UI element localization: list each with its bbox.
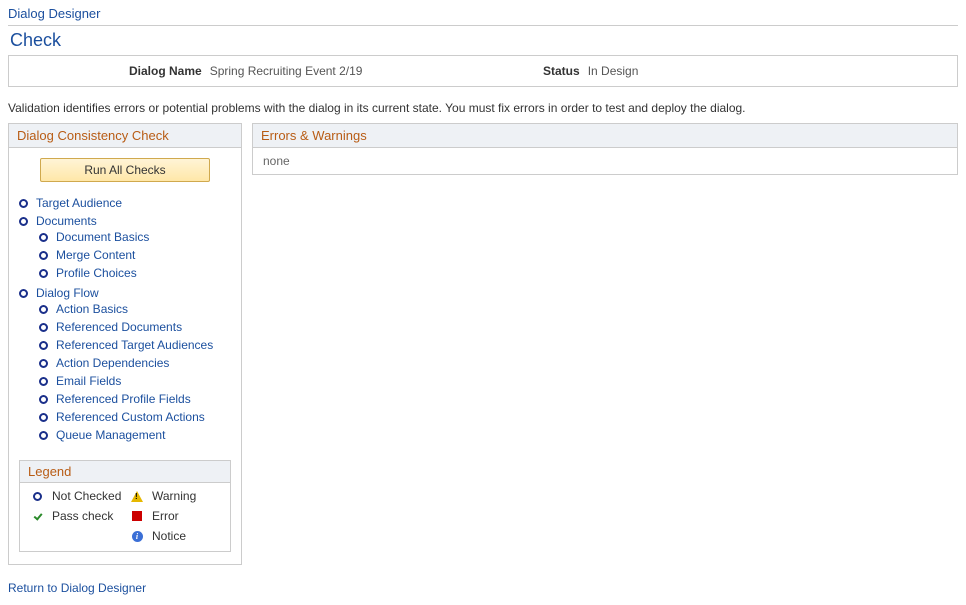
check-link[interactable]: Email Fields <box>56 374 121 388</box>
not-checked-icon <box>39 251 48 260</box>
check-link[interactable]: Dialog Flow <box>36 286 99 300</box>
check-item-target-audience[interactable]: Target Audience <box>19 196 231 210</box>
error-icon <box>132 511 142 521</box>
check-link[interactable]: Document Basics <box>56 230 149 244</box>
check-item-referenced-profile-fields[interactable]: Referenced Profile Fields <box>39 392 231 406</box>
return-link[interactable]: Return to Dialog Designer <box>8 581 146 595</box>
not-checked-icon <box>39 377 48 386</box>
check-item-dialog-flow[interactable]: Dialog Flow <box>19 286 231 300</box>
not-checked-icon <box>39 269 48 278</box>
page-title: Check <box>8 28 958 55</box>
not-checked-icon <box>39 323 48 332</box>
check-link[interactable]: Queue Management <box>56 428 165 442</box>
consistency-check-title: Dialog Consistency Check <box>9 124 241 148</box>
consistency-check-panel: Dialog Consistency Check Run All Checks … <box>8 123 242 565</box>
check-item-referenced-documents[interactable]: Referenced Documents <box>39 320 231 334</box>
dialog-name-value: Spring Recruiting Event 2/19 <box>210 64 363 78</box>
status-label: Status <box>543 64 580 78</box>
check-link[interactable]: Referenced Custom Actions <box>56 410 205 424</box>
legend-warning: Warning <box>152 489 222 503</box>
errors-warnings-body: none <box>253 148 957 174</box>
intro-text: Validation identifies errors or potentia… <box>8 101 958 115</box>
check-item-documents[interactable]: Documents <box>19 214 231 228</box>
check-item-profile-choices[interactable]: Profile Choices <box>39 266 231 280</box>
notice-icon: i <box>132 531 143 542</box>
check-link[interactable]: Referenced Documents <box>56 320 182 334</box>
not-checked-icon <box>39 305 48 314</box>
check-item-action-dependencies[interactable]: Action Dependencies <box>39 356 231 370</box>
errors-warnings-panel: Errors & Warnings none <box>252 123 958 175</box>
check-link[interactable]: Action Dependencies <box>56 356 169 370</box>
legend: Legend Not Checked Warning Pass check Er… <box>19 460 231 552</box>
not-checked-icon <box>19 289 28 298</box>
check-link[interactable]: Target Audience <box>36 196 122 210</box>
check-link[interactable]: Profile Choices <box>56 266 137 280</box>
legend-title: Legend <box>20 461 230 483</box>
check-item-email-fields[interactable]: Email Fields <box>39 374 231 388</box>
check-item-referenced-target-audiences[interactable]: Referenced Target Audiences <box>39 338 231 352</box>
not-checked-icon <box>39 359 48 368</box>
pass-icon <box>31 510 43 522</box>
not-checked-icon <box>19 199 28 208</box>
check-link[interactable]: Referenced Profile Fields <box>56 392 191 406</box>
check-item-referenced-custom-actions[interactable]: Referenced Custom Actions <box>39 410 231 424</box>
check-link[interactable]: Action Basics <box>56 302 128 316</box>
check-item-merge-content[interactable]: Merge Content <box>39 248 231 262</box>
warning-icon <box>131 491 143 502</box>
divider <box>8 25 958 26</box>
check-link[interactable]: Documents <box>36 214 97 228</box>
not-checked-icon <box>19 217 28 226</box>
not-checked-icon <box>39 413 48 422</box>
errors-warnings-title: Errors & Warnings <box>253 124 957 148</box>
run-all-checks-button[interactable]: Run All Checks <box>40 158 210 182</box>
dialog-name-label: Dialog Name <box>129 64 202 78</box>
legend-pass: Pass check <box>52 509 122 523</box>
not-checked-icon <box>33 492 42 501</box>
legend-error: Error <box>152 509 222 523</box>
info-bar: Dialog Name Spring Recruiting Event 2/19… <box>8 55 958 87</box>
not-checked-icon <box>39 233 48 242</box>
not-checked-icon <box>39 431 48 440</box>
breadcrumb-link[interactable]: Dialog Designer <box>8 6 101 21</box>
check-item-action-basics[interactable]: Action Basics <box>39 302 231 316</box>
check-link[interactable]: Merge Content <box>56 248 135 262</box>
check-link[interactable]: Referenced Target Audiences <box>56 338 213 352</box>
status-value: In Design <box>588 64 639 78</box>
legend-notice: Notice <box>152 529 222 543</box>
legend-not-checked: Not Checked <box>52 489 122 503</box>
not-checked-icon <box>39 341 48 350</box>
not-checked-icon <box>39 395 48 404</box>
check-item-document-basics[interactable]: Document Basics <box>39 230 231 244</box>
check-item-queue-management[interactable]: Queue Management <box>39 428 231 442</box>
